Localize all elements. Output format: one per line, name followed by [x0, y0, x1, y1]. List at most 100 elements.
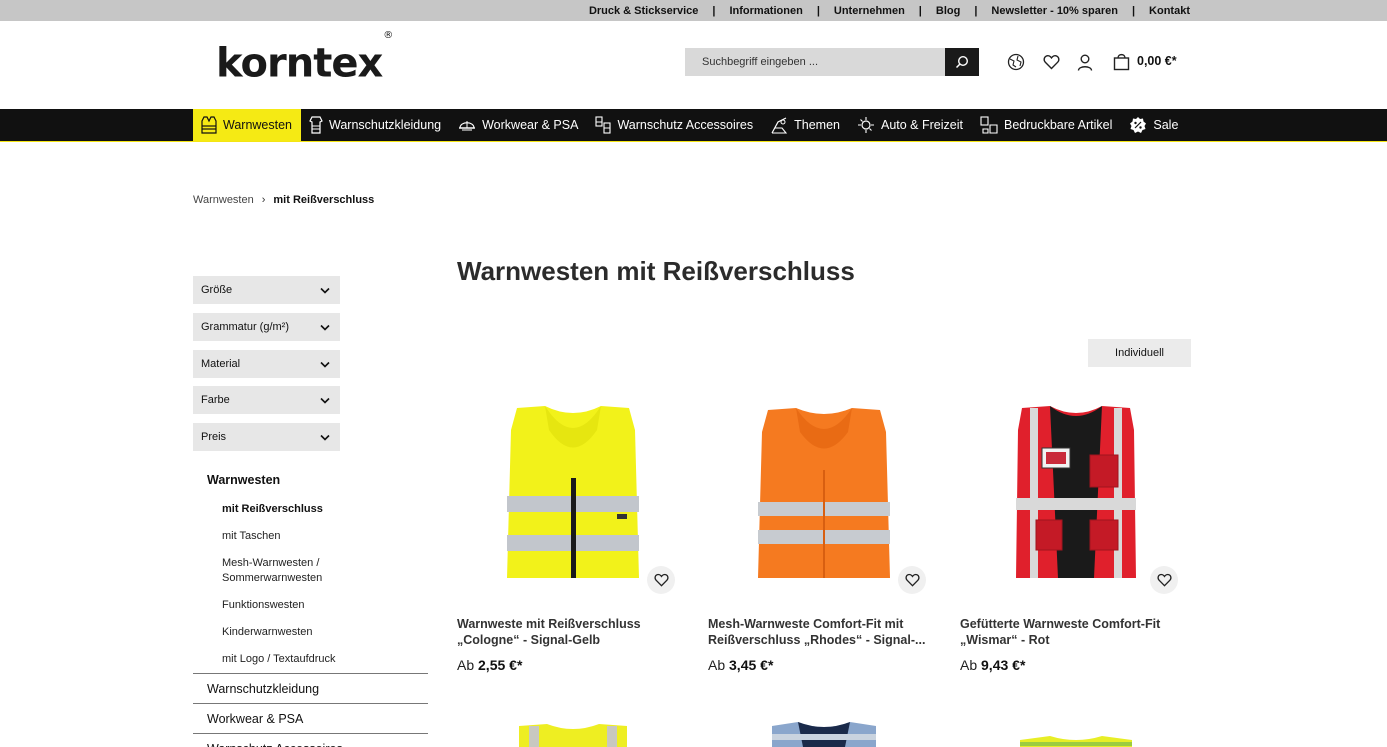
product-name-line: Reißverschluss „Rhodes“ - Signal-... — [708, 633, 926, 647]
subcategory-label-line: Sommerwarnwesten — [222, 572, 323, 584]
themes-icon — [771, 117, 788, 134]
nav-item-label: Workwear & PSA — [482, 118, 579, 132]
cart-button[interactable] — [1111, 52, 1131, 72]
product-image[interactable] — [960, 390, 1192, 595]
nav-item-label: Auto & Freizeit — [881, 118, 963, 132]
nav-item-label: Themen — [794, 118, 840, 132]
shopping-bag-icon — [1113, 53, 1129, 71]
nav-item-warnwesten[interactable]: Warnwesten — [193, 109, 302, 141]
product-name[interactable]: Mesh-Warnweste Comfort-Fit mit Reißversc… — [708, 616, 928, 648]
subcategory-logo[interactable]: mit Logo / Textaufdruck — [222, 652, 336, 667]
product-image[interactable] — [708, 712, 940, 747]
breadcrumb-parent[interactable]: Warnwesten — [193, 194, 254, 206]
chevron-down-icon — [320, 287, 330, 294]
category-warnschutzkleidung[interactable]: Warnschutzkleidung — [193, 673, 428, 703]
nav-item-warnschutzkleidung[interactable]: Warnschutzkleidung — [301, 109, 450, 141]
logo-text: korntex — [216, 40, 383, 87]
helmet-icon — [459, 121, 476, 131]
product-image[interactable] — [960, 712, 1192, 747]
nav-item-label: Sale — [1153, 118, 1179, 132]
filter-material[interactable]: Material — [193, 350, 340, 378]
filter-groesse[interactable]: Größe — [193, 276, 340, 304]
logo[interactable]: korntex® — [216, 30, 393, 87]
category-workwear[interactable]: Workwear & PSA — [193, 703, 428, 733]
nav-items: Warnwesten Warnschutzkleidung Workwear &… — [193, 109, 1187, 141]
price-value: 3,45 €* — [729, 657, 774, 673]
nav-item-bedruckbare[interactable]: Bedruckbare Artikel — [972, 109, 1121, 141]
sort-dropdown[interactable]: Individuell — [1088, 339, 1191, 367]
top-link-druck[interactable]: Druck & Stickservice — [589, 5, 698, 17]
chevron-right-icon: › — [261, 194, 266, 206]
wishlist-button[interactable] — [1041, 52, 1061, 72]
top-link-newsletter[interactable]: Newsletter - 10% sparen — [991, 5, 1118, 17]
chevron-down-icon — [320, 361, 330, 368]
top-bar: Druck & Stickservice | Informationen | U… — [0, 0, 1387, 21]
main-navigation: Warnwesten Warnschutzkleidung Workwear &… — [0, 109, 1387, 142]
separator: | — [1131, 4, 1136, 17]
product-image[interactable] — [708, 390, 940, 595]
nav-item-workwear[interactable]: Workwear & PSA — [450, 109, 587, 141]
product-name-line: Warnweste mit Reißverschluss — [457, 617, 641, 631]
vest-icon — [201, 116, 217, 134]
subcategory-taschen[interactable]: mit Taschen — [222, 529, 281, 544]
top-link-informationen[interactable]: Informationen — [729, 5, 802, 17]
product-card-partial[interactable] — [457, 712, 689, 747]
filter-farbe[interactable]: Farbe — [193, 386, 340, 414]
product-price: Ab 9,43 €* — [960, 657, 1025, 673]
account-button[interactable] — [1075, 52, 1095, 72]
separator: | — [974, 4, 978, 17]
product-image[interactable] — [457, 390, 689, 595]
nav-item-label: Warnschutz Accessoires — [617, 118, 754, 132]
top-link-kontakt[interactable]: Kontakt — [1149, 5, 1190, 17]
logo-registered-mark: ® — [383, 30, 393, 41]
top-link-blog[interactable]: Blog — [936, 5, 960, 17]
chevron-down-icon — [320, 324, 330, 331]
nav-item-label: Bedruckbare Artikel — [1003, 118, 1113, 132]
subcategory-kinderwarnwesten[interactable]: Kinderwarnwesten — [222, 625, 313, 640]
product-name[interactable]: Gefütterte Warnweste Comfort-Fit „Wismar… — [960, 616, 1180, 648]
car-icon — [858, 117, 874, 133]
filter-preis[interactable]: Preis — [193, 423, 340, 451]
print-icon — [980, 116, 998, 134]
product-card-partial[interactable] — [708, 712, 940, 747]
nav-item-auto[interactable]: Auto & Freizeit — [849, 109, 972, 141]
heart-icon — [1042, 55, 1060, 70]
nav-item-label: Warnschutzkleidung — [329, 118, 442, 132]
chevron-down-icon — [320, 397, 330, 404]
nav-item-sale[interactable]: Sale — [1121, 109, 1187, 141]
product-name[interactable]: Warnweste mit Reißverschluss „Cologne“ -… — [457, 616, 677, 648]
filter-label: Farbe — [201, 394, 230, 406]
globe-icon — [1007, 53, 1025, 71]
subcategory-mesh[interactable]: Mesh-Warnwesten / Sommerwarnwesten — [222, 556, 322, 586]
search-input[interactable] — [685, 48, 945, 76]
product-price: Ab 3,45 €* — [708, 657, 773, 673]
search-button[interactable] — [945, 48, 979, 76]
breadcrumb-current: mit Reißverschluss — [273, 194, 375, 206]
product-image[interactable] — [457, 712, 689, 747]
filter-grammatur[interactable]: Grammatur (g/m²) — [193, 313, 340, 341]
jacket-icon — [309, 116, 323, 134]
heart-icon — [1156, 573, 1172, 587]
nav-item-accessoires[interactable]: Warnschutz Accessoires — [587, 109, 762, 141]
cart-total[interactable]: 0,00 €* — [1137, 54, 1177, 68]
category-accessoires[interactable]: Warnschutz Accessoires — [193, 733, 428, 747]
subcategory-reissverschluss[interactable]: mit Reißverschluss — [222, 502, 323, 517]
top-link-unternehmen[interactable]: Unternehmen — [834, 5, 905, 17]
wishlist-button[interactable] — [1150, 566, 1178, 594]
category-title[interactable]: Warnwesten — [207, 473, 280, 487]
heart-icon — [904, 573, 920, 587]
separator: | — [712, 4, 716, 17]
wishlist-button[interactable] — [647, 566, 675, 594]
subcategory-funktionswesten[interactable]: Funktionswesten — [222, 598, 305, 613]
product-card-partial[interactable] — [960, 712, 1192, 747]
search-bar — [685, 48, 979, 76]
user-icon — [1077, 54, 1093, 71]
breadcrumb: Warnwesten › mit Reißverschluss — [193, 194, 374, 206]
language-button[interactable] — [1006, 52, 1026, 72]
nav-item-themen[interactable]: Themen — [762, 109, 849, 141]
page-title: Warnwesten mit Reißverschluss — [457, 256, 855, 286]
wishlist-button[interactable] — [898, 566, 926, 594]
accessories-icon — [595, 116, 611, 134]
filter-label: Material — [201, 358, 241, 370]
price-value: 2,55 €* — [478, 657, 523, 673]
